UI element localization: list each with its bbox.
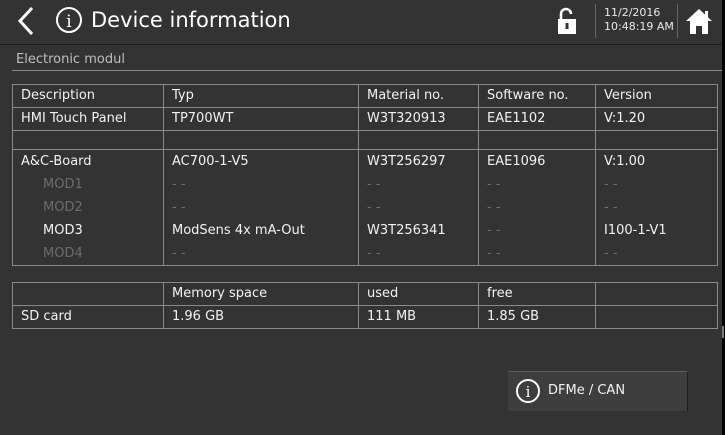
- cell-description: HMI Touch Panel: [12, 107, 164, 131]
- dfme-can-label: DFMe / CAN: [548, 383, 626, 398]
- cell-material-no: W3T320913: [358, 107, 479, 131]
- cell-typ: - -: [163, 173, 359, 196]
- cell-typ: - -: [163, 242, 359, 266]
- device-info-screen: i Device information 11/2/2016 10:48:19 …: [0, 0, 722, 435]
- memory-header-free: free: [478, 282, 596, 306]
- cell-description: MOD1: [12, 173, 164, 196]
- datetime: 11/2/2016 10:48:19 AM: [604, 6, 674, 34]
- cell-software-no: - -: [478, 242, 596, 266]
- header-description: Description: [12, 84, 164, 108]
- memory-header-blank: [12, 282, 164, 306]
- memory-header-row: Memory space used free: [12, 282, 718, 306]
- cell-memory-space: 1.96 GB: [163, 305, 359, 329]
- page-title: Device information: [91, 8, 291, 32]
- header-typ: Typ: [163, 84, 359, 108]
- table-row-gap: [12, 265, 718, 283]
- cell-material-no: - -: [358, 196, 479, 219]
- info-icon: i: [516, 379, 540, 403]
- section-divider: [12, 70, 722, 71]
- cell-software-no: - -: [478, 219, 596, 242]
- cell-typ: ModSens 4x mA-Out: [163, 219, 359, 242]
- table-row-board: A&C-Board AC700-1-V5 W3T256297 EAE1096 V…: [12, 149, 718, 173]
- table-row-sd-card: SD card 1.96 GB 111 MB 1.85 GB: [12, 305, 718, 329]
- table-row-mod2: MOD2 - - - - - - - -: [12, 196, 718, 219]
- table-row-mod4: MOD4 - - - - - - - -: [12, 242, 718, 266]
- cell-material-no: W3T256297: [358, 149, 479, 173]
- table-header-row: Description Typ Material no. Software no…: [12, 84, 718, 108]
- cell-material-no: - -: [358, 173, 479, 196]
- cell-version: - -: [595, 173, 718, 196]
- cell-material-no: W3T256341: [358, 219, 479, 242]
- cell-version: I100-1-V1: [595, 219, 718, 242]
- scroll-indicator: [722, 326, 724, 338]
- header-material-no: Material no.: [358, 84, 479, 108]
- cell-version: V:1.00: [595, 149, 718, 173]
- cell-version: - -: [595, 242, 718, 266]
- table-row-mod1: MOD1 - - - - - - - -: [12, 173, 718, 196]
- info-icon: i: [56, 7, 82, 33]
- cell-material-no: - -: [358, 242, 479, 266]
- home-icon[interactable]: [684, 6, 714, 36]
- table-row-mod3: MOD3 ModSens 4x mA-Out W3T256341 - - I10…: [12, 219, 718, 242]
- header-software-no: Software no.: [478, 84, 596, 108]
- cell-version: V:1.20: [595, 107, 718, 131]
- cell-used: 111 MB: [358, 305, 479, 329]
- cell-blank: [595, 305, 718, 329]
- cell-description: A&C-Board: [12, 149, 164, 173]
- section-title: Electronic modul: [16, 52, 125, 67]
- cell-free: 1.85 GB: [478, 305, 596, 329]
- header-divider: [595, 4, 596, 38]
- cell-software-no: - -: [478, 173, 596, 196]
- table-row-blank: [12, 130, 718, 150]
- lock-icon[interactable]: [556, 7, 578, 35]
- time-label: 10:48:19 AM: [604, 20, 674, 33]
- header-bar: i Device information 11/2/2016 10:48:19 …: [0, 0, 722, 45]
- cell-software-no: EAE1102: [478, 107, 596, 131]
- cell-description: MOD2: [12, 196, 164, 219]
- memory-header-used: used: [358, 282, 479, 306]
- header-divider: [677, 4, 678, 38]
- table-row-hmi: HMI Touch Panel TP700WT W3T320913 EAE110…: [12, 107, 718, 131]
- cell-typ: TP700WT: [163, 107, 359, 131]
- dfme-can-button[interactable]: i DFMe / CAN: [508, 371, 688, 411]
- memory-header-blank: [595, 282, 718, 306]
- back-icon[interactable]: [12, 4, 42, 38]
- cell-description: MOD3: [12, 219, 164, 242]
- cell-version: - -: [595, 196, 718, 219]
- cell-typ: AC700-1-V5: [163, 149, 359, 173]
- header-version: Version: [595, 84, 718, 108]
- cell-software-no: EAE1096: [478, 149, 596, 173]
- memory-header-space: Memory space: [163, 282, 359, 306]
- cell-storage-name: SD card: [12, 305, 164, 329]
- cell-typ: - -: [163, 196, 359, 219]
- date-label: 11/2/2016: [604, 6, 661, 19]
- device-table: Description Typ Material no. Software no…: [12, 84, 718, 329]
- cell-software-no: - -: [478, 196, 596, 219]
- cell-description: MOD4: [12, 242, 164, 266]
